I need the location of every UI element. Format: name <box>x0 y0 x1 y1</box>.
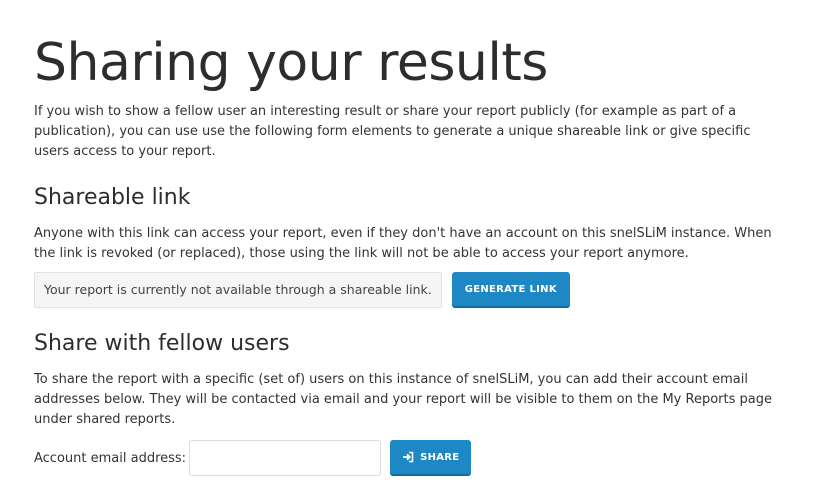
intro-text: If you wish to show a fellow user an int… <box>34 104 751 159</box>
page-title: Sharing your results <box>34 33 548 93</box>
share-users-heading: Share with fellow users <box>34 331 290 356</box>
generate-link-label: GENERATE LINK <box>464 283 557 295</box>
shareable-link-row: Your report is currently not available t… <box>34 272 791 308</box>
generate-link-button[interactable]: GENERATE LINK <box>451 272 570 308</box>
shareable-link-heading: Shareable link <box>34 185 191 210</box>
email-field[interactable] <box>189 440 382 476</box>
shareable-link-description: Anyone with this link can access your re… <box>34 226 772 261</box>
email-label: Account email address: <box>34 450 187 466</box>
sign-in-icon <box>402 451 414 463</box>
share-label: SHARE <box>420 451 460 463</box>
share-users-description: To share the report with a specific (set… <box>34 372 772 427</box>
share-form: Account email address: SHARE <box>34 440 791 476</box>
share-button[interactable]: SHARE <box>390 440 472 476</box>
shareable-link-status: Your report is currently not available t… <box>34 272 442 308</box>
page: Sharing your results If you wish to show… <box>0 0 825 476</box>
